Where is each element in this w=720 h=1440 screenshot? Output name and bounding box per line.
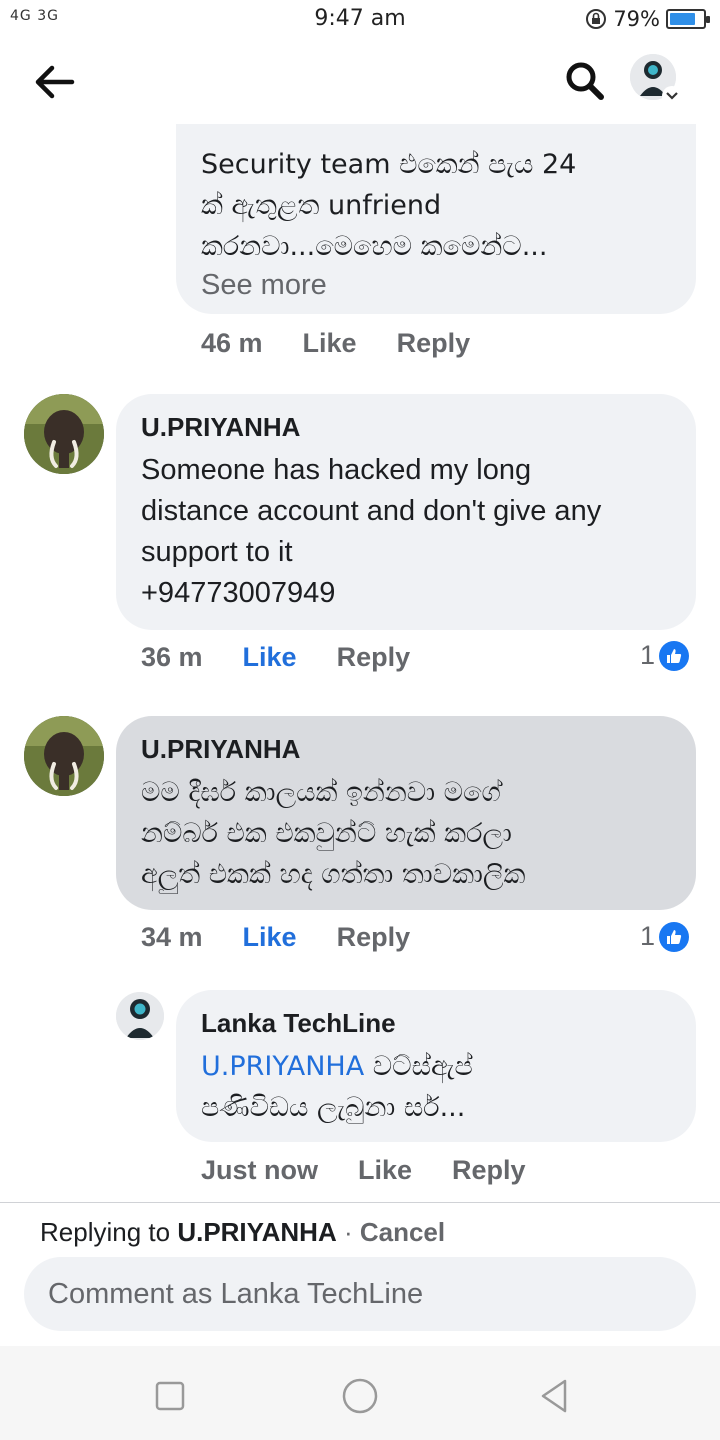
comment-actions: 46 m Like Reply [201, 328, 510, 359]
comment-line-rest: වට්ස්ඇප් [364, 1051, 473, 1082]
status-right: 79% [585, 6, 710, 32]
avatar[interactable] [24, 716, 104, 796]
top-bar [0, 40, 720, 124]
comment-line: ක් ඇතුළත unfriend [201, 190, 442, 221]
comment-line: අලුත් එකක් හද ගත්තා තාවකාලික [141, 859, 526, 890]
comment-bubble[interactable]: Lanka TechLine U.PRIYANHA වට්ස්ඇප් පණිවි… [176, 990, 696, 1142]
replying-prefix: Replying to [40, 1217, 178, 1247]
comment-line: Security team එකෙන් පැය 24 [201, 149, 577, 180]
system-nav-bar [0, 1346, 720, 1440]
battery-icon [666, 9, 710, 29]
comment-actions: 36 m Like Reply [141, 642, 450, 673]
reply-button[interactable]: Reply [337, 642, 411, 673]
comment-line: +94773007949 [141, 577, 336, 609]
search-button[interactable] [560, 56, 610, 106]
like-button[interactable]: Like [358, 1155, 412, 1186]
like-button[interactable]: Like [243, 642, 297, 673]
circle-icon [342, 1378, 378, 1414]
thumbs-up-icon [659, 640, 690, 671]
reply-button[interactable]: Reply [337, 922, 411, 953]
arrow-left-icon [35, 65, 75, 99]
comment-line: පණිවිඩය ලැබුනා සර්... [201, 1092, 466, 1123]
profile-menu-button[interactable] [630, 54, 684, 108]
back-button[interactable] [28, 58, 80, 106]
home-button[interactable] [336, 1372, 384, 1420]
comment-time: 34 m [141, 922, 203, 952]
search-icon [566, 62, 604, 100]
mention-link[interactable]: U.PRIYANHA [201, 1051, 364, 1082]
comment-author[interactable]: U.PRIYANHA [141, 734, 300, 765]
elephant-avatar-icon [24, 716, 104, 796]
like-button[interactable]: Like [243, 922, 297, 953]
comment-line: නම්බර් එක එකවුන්ට් හැක් කරලා [141, 818, 512, 849]
reaction-count[interactable]: 1 [640, 640, 690, 671]
comment-actions: 34 m Like Reply [141, 922, 450, 953]
battery-percent: 79% [613, 7, 660, 31]
chevron-down-icon [662, 86, 682, 106]
vpn-lock-icon [586, 9, 607, 29]
like-button[interactable]: Like [303, 328, 357, 359]
comment-line: U.PRIYANHA වට්ස්ඇප් [201, 1046, 473, 1087]
replying-to-name: U.PRIYANHA [177, 1217, 337, 1247]
comment-line: Someone has hacked my long [141, 454, 532, 486]
comment-text: U.PRIYANHA වට්ස්ඇප් පණිවිඩය ලැබුනා සර්..… [201, 1046, 473, 1128]
comments-feed[interactable]: Security team එකෙන් පැය 24 ක් ඇතුළත unfr… [0, 124, 720, 1202]
reply-button[interactable]: Reply [452, 1155, 526, 1186]
comment-actions: Just now Like Reply [201, 1155, 566, 1186]
comment-bubble[interactable]: U.PRIYANHA Someone has hacked my long di… [116, 394, 696, 630]
hacker-avatar-icon [116, 992, 164, 1040]
recents-button[interactable] [146, 1372, 194, 1420]
elephant-avatar-icon [24, 394, 104, 474]
comment-text: මම දීර්ඝ කාලයක් ඉන්නවා මගේ නම්බර් එක එකව… [141, 772, 525, 895]
comment-line: කරනවා...මෙහෙම කමෙන්ට... [201, 231, 548, 262]
comment-author[interactable]: U.PRIYANHA [141, 412, 300, 443]
square-icon [155, 1381, 185, 1411]
reaction-number: 1 [640, 921, 656, 951]
comment-line: support to it [141, 536, 293, 568]
reply-composer: Replying to U.PRIYANHA · Cancel [0, 1202, 720, 1346]
comment-time: Just now [201, 1155, 319, 1185]
comment-time: 36 m [141, 642, 203, 672]
battery-fill [670, 13, 696, 25]
cancel-reply-button[interactable]: Cancel [360, 1217, 445, 1247]
separator: · [336, 1217, 360, 1247]
back-nav-button[interactable] [530, 1372, 578, 1420]
comment-time: 46 m [201, 328, 263, 358]
status-bar: 4G 3G 9:47 am 79% [0, 0, 720, 40]
comment-text: Security team එකෙන් පැය 24 ක් ඇතුළත unfr… [201, 144, 576, 302]
reaction-count[interactable]: 1 [640, 921, 690, 952]
comment-line: මම දීර්ඝ කාලයක් ඉන්නවා මගේ [141, 777, 501, 808]
comment-input[interactable] [24, 1257, 696, 1331]
see-more-link[interactable]: See more [201, 269, 576, 302]
avatar[interactable] [116, 992, 164, 1040]
comment-line: distance account and don't give any [141, 495, 602, 527]
comment-text: Someone has hacked my long distance acco… [141, 450, 601, 614]
comment-bubble-selected[interactable]: U.PRIYANHA මම දීර්ඝ කාලයක් ඉන්නවා මගේ නම… [116, 716, 696, 910]
replying-indicator: Replying to U.PRIYANHA · Cancel [40, 1217, 445, 1248]
reaction-number: 1 [640, 640, 656, 670]
comment-author[interactable]: Lanka TechLine [201, 1008, 396, 1039]
triangle-back-icon [541, 1379, 567, 1413]
thumbs-up-icon [659, 921, 690, 952]
comment-bubble[interactable]: Security team එකෙන් පැය 24 ක් ඇතුළත unfr… [176, 124, 696, 314]
avatar[interactable] [24, 394, 104, 474]
reply-button[interactable]: Reply [397, 328, 471, 359]
